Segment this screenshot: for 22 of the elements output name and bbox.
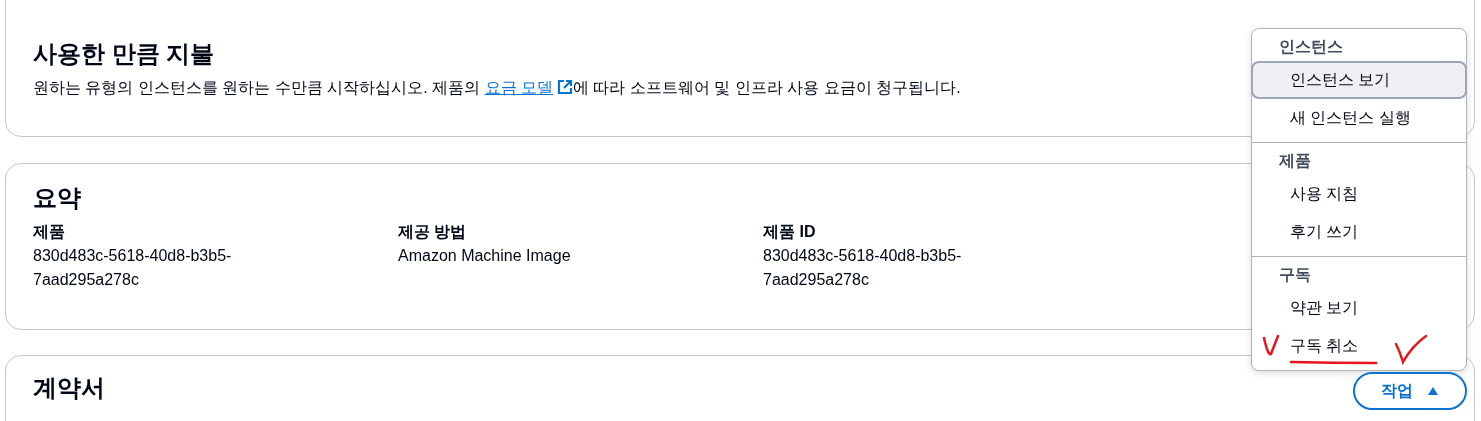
menu-item[interactable]: 인스턴스 보기 bbox=[1251, 61, 1467, 99]
menu-item[interactable]: 새 인스턴스 실행 bbox=[1251, 99, 1467, 137]
menu-item[interactable]: 구독 취소 bbox=[1251, 327, 1467, 365]
menu-group-heading: 제품 bbox=[1278, 151, 1312, 171]
section-title: 사용한 만큼 지불 bbox=[33, 39, 215, 69]
field-label: 제품 bbox=[33, 222, 66, 242]
menu-item[interactable]: 약관 보기 bbox=[1251, 289, 1467, 327]
menu-group-heading: 인스턴스 bbox=[1278, 37, 1344, 57]
pricing-link[interactable]: 요금 모델 bbox=[484, 79, 573, 96]
field-value: 830d483c-5618-40d8-b3b5-7aad295a278c bbox=[33, 246, 233, 290]
section-title: 계약서 bbox=[33, 373, 105, 403]
caret-icon bbox=[1427, 386, 1439, 396]
field-value: Amazon Machine Image bbox=[398, 246, 572, 266]
menu-group-heading: 구독 bbox=[1278, 265, 1312, 285]
field-label: 제품 ID bbox=[763, 222, 817, 242]
menu-item[interactable]: 후기 쓰기 bbox=[1251, 213, 1467, 251]
actions-button[interactable]: 작업 bbox=[1353, 372, 1467, 410]
menu-item[interactable]: 사용 지침 bbox=[1251, 175, 1467, 213]
external-link-icon bbox=[557, 79, 573, 95]
field-value: 830d483c-5618-40d8-b3b5-7aad295a278c bbox=[763, 246, 963, 290]
field-label: 제공 방법 bbox=[398, 222, 468, 242]
section-title: 요약 bbox=[33, 183, 81, 213]
